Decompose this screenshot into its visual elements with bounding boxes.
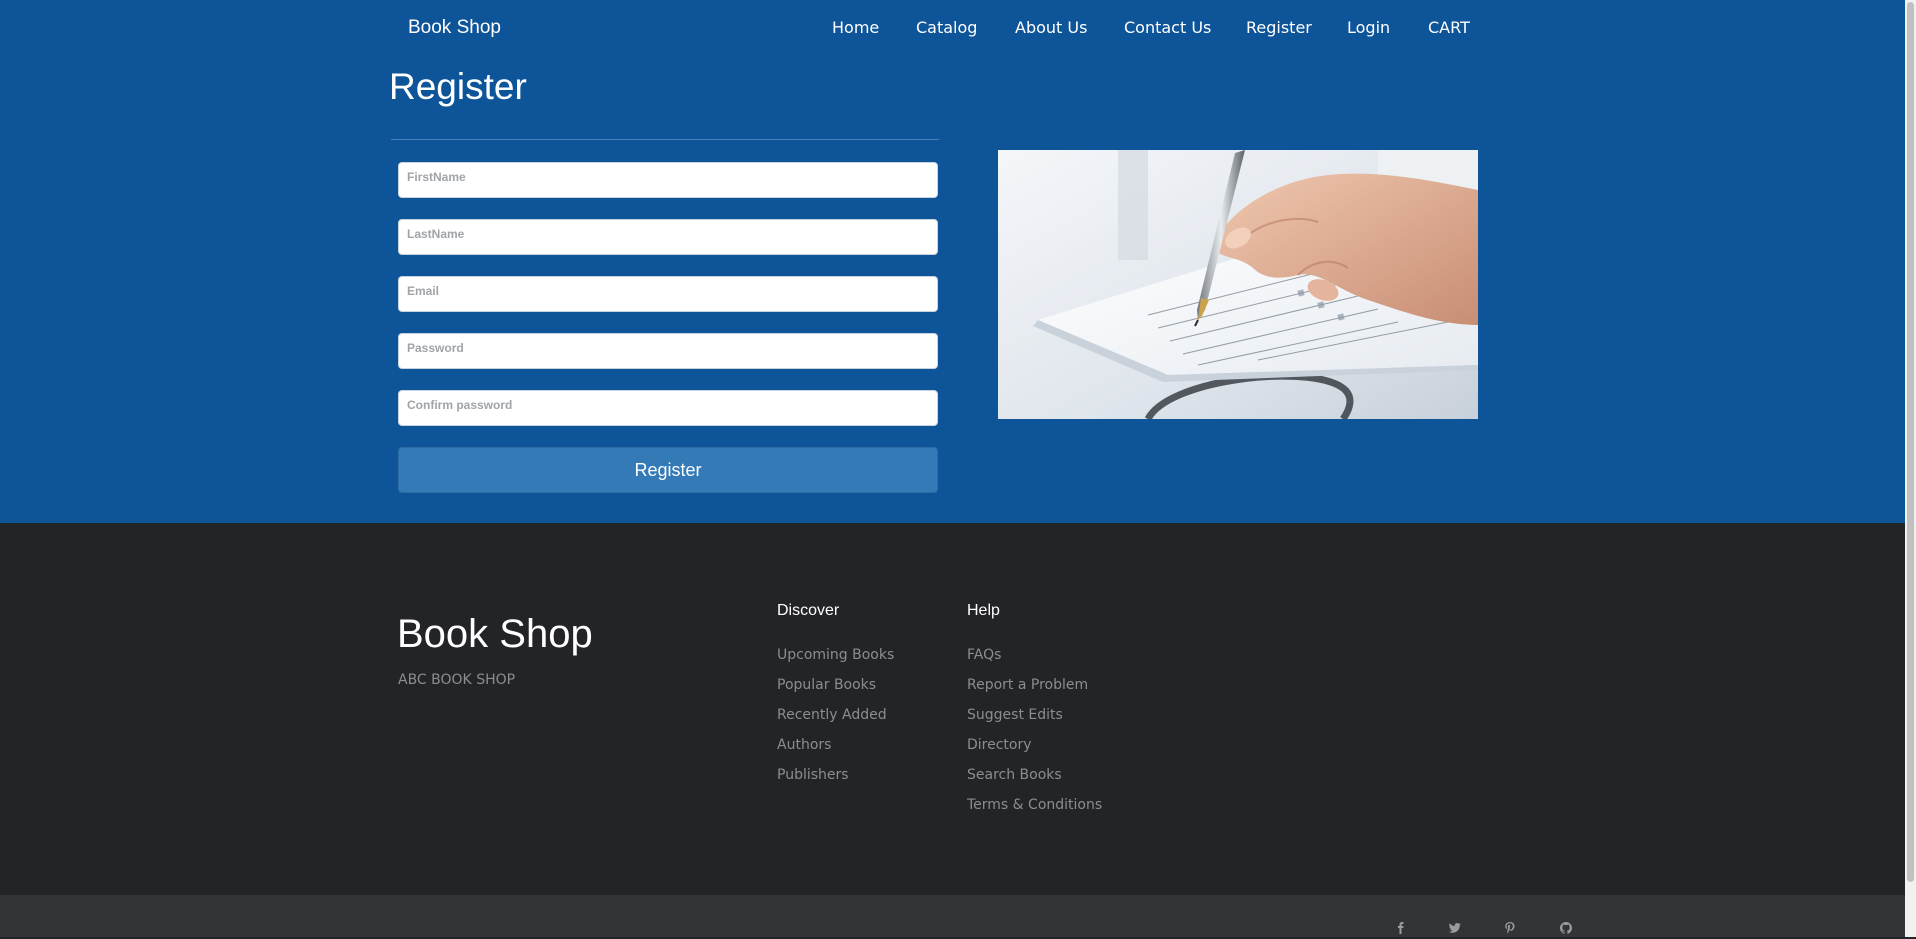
list-item: FAQs <box>967 646 1102 676</box>
nav-contact-us[interactable]: Contact Us <box>1124 18 1211 37</box>
register-button[interactable]: Register <box>398 447 938 493</box>
footer-link-authors[interactable]: Authors <box>777 737 831 753</box>
footer-bottom-bar <box>0 895 1905 937</box>
title-divider <box>391 139 939 140</box>
nav-home[interactable]: Home <box>832 18 879 37</box>
twitter-icon[interactable] <box>1448 921 1462 935</box>
footer-tagline: ABC BOOK SHOP <box>398 672 516 688</box>
facebook-icon[interactable] <box>1394 921 1408 935</box>
footer-link-upcoming-books[interactable]: Upcoming Books <box>777 647 894 663</box>
register-illustration <box>998 150 1478 419</box>
footer-link-popular-books[interactable]: Popular Books <box>777 677 876 693</box>
list-item: Authors <box>777 736 894 766</box>
discover-heading: Discover <box>777 602 840 619</box>
discover-links: Upcoming Books Popular Books Recently Ad… <box>777 646 894 796</box>
hand-writing-form-image <box>998 150 1478 419</box>
scrollbar-thumb[interactable] <box>1907 2 1914 882</box>
list-item: Recently Added <box>777 706 894 736</box>
list-item: Publishers <box>777 766 894 796</box>
password-field[interactable] <box>398 333 938 369</box>
nav-catalog[interactable]: Catalog <box>916 18 977 37</box>
page-title: Register <box>389 66 527 107</box>
footer-link-directory[interactable]: Directory <box>967 737 1032 753</box>
footer-link-publishers[interactable]: Publishers <box>777 767 849 783</box>
list-item: Terms & Conditions <box>967 796 1102 826</box>
list-item: Search Books <box>967 766 1102 796</box>
list-item: Upcoming Books <box>777 646 894 676</box>
nav-about-us[interactable]: About Us <box>1015 18 1087 37</box>
lastname-field[interactable] <box>398 219 938 255</box>
nav-login[interactable]: Login <box>1347 18 1390 37</box>
list-item: Popular Books <box>777 676 894 706</box>
email-field[interactable] <box>398 276 938 312</box>
footer-brand: Book Shop <box>397 612 593 656</box>
nav-cart[interactable]: CART <box>1428 18 1470 37</box>
list-item: Directory <box>967 736 1102 766</box>
footer-link-terms[interactable]: Terms & Conditions <box>967 797 1102 813</box>
footer-link-faqs[interactable]: FAQs <box>967 647 1001 663</box>
list-item: Suggest Edits <box>967 706 1102 736</box>
nav-register[interactable]: Register <box>1246 18 1312 37</box>
footer-link-search-books[interactable]: Search Books <box>967 767 1062 783</box>
list-item: Report a Problem <box>967 676 1102 706</box>
github-icon[interactable] <box>1559 921 1573 935</box>
footer-link-report-problem[interactable]: Report a Problem <box>967 677 1088 693</box>
page-scrollbar[interactable] <box>1905 0 1916 937</box>
confirm-password-field[interactable] <box>398 390 938 426</box>
help-links: FAQs Report a Problem Suggest Edits Dire… <box>967 646 1102 826</box>
footer-link-suggest-edits[interactable]: Suggest Edits <box>967 707 1063 723</box>
footer-link-recently-added[interactable]: Recently Added <box>777 707 887 723</box>
help-heading: Help <box>967 602 1000 619</box>
register-section: Book Shop Home Catalog About Us Contact … <box>0 0 1905 523</box>
firstname-field[interactable] <box>398 162 938 198</box>
pinterest-icon[interactable] <box>1503 921 1517 935</box>
main-nav: Home Catalog About Us Contact Us Registe… <box>0 18 1905 40</box>
